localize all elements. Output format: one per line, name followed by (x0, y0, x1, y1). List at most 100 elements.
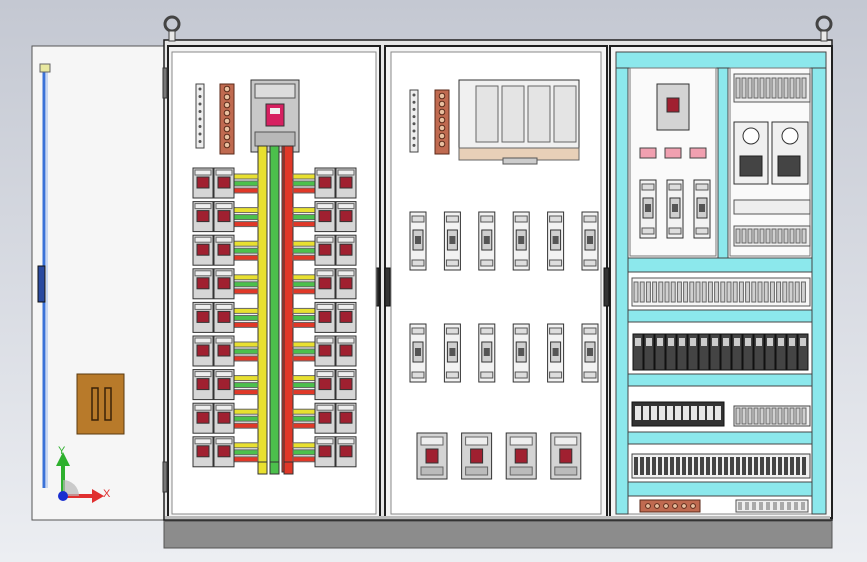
terminal-slot (635, 406, 641, 420)
fuse-window (645, 204, 651, 212)
fuse-cap (514, 259, 528, 267)
terminal (730, 457, 734, 475)
terminal (724, 457, 728, 475)
cross-bar (233, 307, 259, 314)
fuse-window (483, 236, 490, 244)
fuse-window (518, 348, 525, 356)
section-1-breaker-panel (171, 51, 377, 515)
terminal (751, 281, 757, 303)
terminal (789, 407, 795, 425)
terminal (771, 407, 777, 425)
terminal (790, 457, 794, 475)
terminal (664, 281, 670, 303)
breaker-handle (196, 310, 210, 323)
earth-bar-hole (223, 141, 231, 149)
fuse-window (449, 348, 456, 356)
terminal (747, 228, 753, 244)
terminal-dot (198, 110, 202, 113)
main-breaker-bottom (254, 131, 296, 147)
mccb-bottom (509, 466, 533, 476)
breaker-handle (339, 277, 353, 290)
terminal (652, 457, 656, 475)
terminal (736, 457, 740, 475)
fuse-cap (480, 215, 494, 223)
cross-bar (233, 240, 259, 247)
breaker-handle (339, 243, 353, 256)
y-axis-label: Y (58, 445, 66, 457)
cross-bar (292, 187, 316, 194)
cross-bar (233, 389, 259, 396)
breaker-handle (217, 445, 231, 458)
busbar (269, 145, 280, 473)
terminal (745, 502, 749, 510)
mccb-top (420, 436, 444, 446)
cross-bar (292, 321, 316, 328)
breaker-top (337, 371, 355, 378)
terminal (720, 281, 726, 303)
fuse-cap (514, 327, 528, 335)
terminal (800, 281, 806, 303)
lifting-eye (815, 15, 833, 33)
fuse-cap (480, 371, 494, 379)
power-supply-module (527, 85, 551, 143)
terminal (794, 502, 798, 510)
cross-bar (292, 314, 316, 321)
terminal-slot (643, 406, 649, 420)
terminal-dot (412, 143, 416, 147)
breaker-top (337, 404, 355, 411)
cross-bar (292, 247, 316, 254)
terminal (765, 407, 771, 425)
terminal (795, 228, 801, 244)
fuse-window (415, 348, 421, 356)
fuse-cap (549, 259, 563, 267)
power-supply-foot (502, 157, 538, 165)
terminal (801, 228, 807, 244)
cross-bar (233, 247, 259, 254)
door-handle (37, 265, 46, 303)
power-supply-module (475, 85, 499, 143)
terminal (783, 407, 789, 425)
earth-bar-hole (223, 133, 231, 141)
breaker-top (337, 236, 355, 243)
mccb-bottom (554, 466, 578, 476)
breaker-handle (318, 310, 332, 323)
fuse-window (483, 348, 490, 356)
hinge (162, 67, 168, 99)
breaker-handle (318, 344, 332, 357)
terminal (748, 457, 752, 475)
terminal (763, 281, 769, 303)
terminal (747, 407, 753, 425)
cross-bar (233, 173, 259, 180)
cross-bar (233, 314, 259, 321)
indicator-lamp (639, 147, 657, 159)
terminal (788, 281, 794, 303)
terminal (753, 407, 759, 425)
power-supply-module (553, 85, 577, 143)
breaker-top (215, 169, 233, 176)
terminal (712, 457, 716, 475)
breaker-handle (196, 176, 210, 189)
breaker-handle (339, 310, 353, 323)
fuse-cap (549, 371, 563, 379)
breaker-handle (217, 277, 231, 290)
terminal-slot (699, 406, 705, 420)
breaker-top (194, 337, 212, 344)
cross-bar (292, 307, 316, 314)
cross-bar (233, 375, 259, 382)
terminal (682, 457, 686, 475)
terminal (726, 281, 732, 303)
terminal (796, 457, 800, 475)
terminal (772, 457, 776, 475)
terminal (765, 228, 771, 244)
terminal (707, 281, 713, 303)
terminal (801, 502, 805, 510)
cross-bar (292, 442, 316, 449)
terminal-dot (198, 87, 202, 91)
terminal-dot (412, 93, 416, 97)
terminal (735, 407, 741, 425)
breaker-handle (196, 378, 210, 391)
terminal (801, 407, 807, 425)
breaker-top (194, 303, 212, 310)
terminal (757, 281, 763, 303)
fuse-cap (445, 215, 459, 223)
